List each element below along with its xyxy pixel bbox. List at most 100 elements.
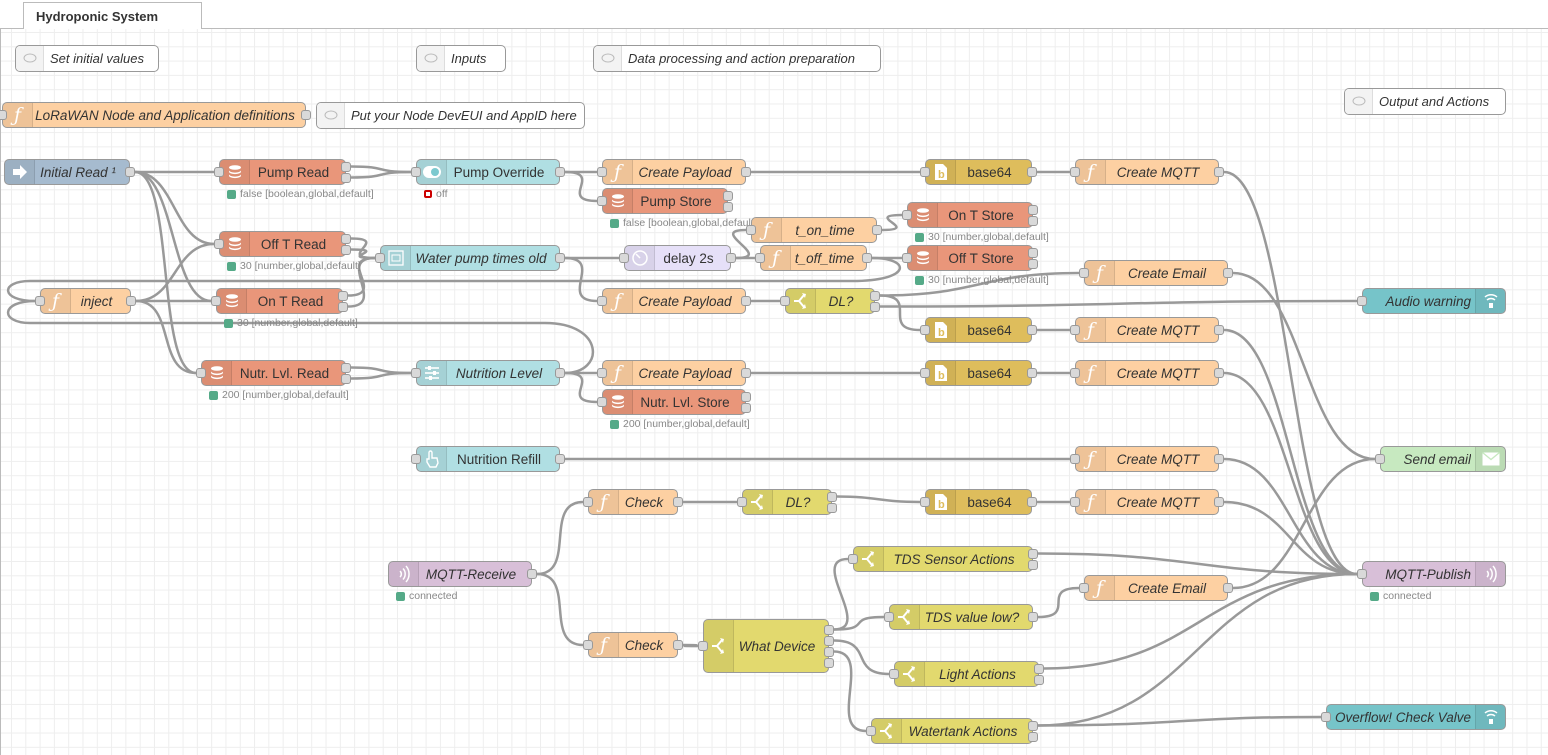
node-create-mqtt-5[interactable]: ƒ Create MQTT	[1075, 489, 1219, 515]
input-port[interactable]	[755, 253, 765, 263]
input-port[interactable]	[619, 253, 629, 263]
output-port[interactable]	[341, 233, 351, 244]
output-port[interactable]	[341, 373, 351, 384]
comment-set-initial-values[interactable]: Set initial values	[15, 45, 159, 72]
output-port[interactable]	[673, 497, 683, 507]
node-off-t-read[interactable]: Off T Read	[219, 231, 346, 257]
node-check-1[interactable]: ƒ Check	[588, 489, 678, 515]
output-port[interactable]	[338, 290, 348, 301]
input-port[interactable]	[780, 296, 790, 306]
node-t-off-time[interactable]: ƒ t_off_time	[760, 245, 867, 271]
comment-output-actions[interactable]: Output and Actions	[1344, 88, 1506, 115]
input-port[interactable]	[1070, 325, 1080, 335]
output-port[interactable]	[1028, 204, 1038, 215]
input-port[interactable]	[1079, 268, 1089, 278]
input-port[interactable]	[211, 296, 221, 306]
output-port[interactable]	[1027, 167, 1037, 177]
input-port[interactable]	[411, 368, 421, 378]
output-port[interactable]	[1214, 325, 1224, 335]
output-port[interactable]	[341, 362, 351, 373]
node-initial-read[interactable]: Initial Read ¹	[4, 159, 130, 185]
node-create-mqtt-3[interactable]: ƒ Create MQTT	[1075, 360, 1219, 386]
node-water-pump-times[interactable]: Water pump times old	[380, 245, 560, 271]
output-port[interactable]	[824, 646, 834, 657]
output-port[interactable]	[1214, 454, 1224, 464]
output-port[interactable]	[1214, 497, 1224, 507]
node-nutrition-level[interactable]: Nutrition Level	[416, 360, 560, 386]
output-port[interactable]	[341, 244, 351, 255]
input-port[interactable]	[920, 368, 930, 378]
input-port[interactable]	[583, 497, 593, 507]
input-port[interactable]	[920, 497, 930, 507]
output-port[interactable]	[741, 368, 751, 378]
input-port[interactable]	[597, 167, 607, 177]
comment-devEUI[interactable]: Put your Node DevEUI and AppID here	[316, 102, 585, 129]
input-port[interactable]	[902, 210, 912, 220]
output-port[interactable]	[1028, 215, 1038, 226]
input-port[interactable]	[375, 253, 385, 263]
output-port[interactable]	[1028, 258, 1038, 269]
input-port[interactable]	[737, 497, 747, 507]
node-mqtt-receive[interactable]: MQTT-Receive	[388, 561, 532, 587]
node-tds-sensor-actions[interactable]: TDS Sensor Actions	[853, 546, 1033, 572]
output-port[interactable]	[527, 569, 537, 579]
output-port[interactable]	[827, 502, 837, 513]
output-port[interactable]	[1028, 247, 1038, 258]
output-port[interactable]	[338, 301, 348, 312]
input-port[interactable]	[1070, 497, 1080, 507]
output-port[interactable]	[125, 167, 135, 177]
input-port[interactable]	[902, 253, 912, 263]
output-port[interactable]	[870, 301, 880, 312]
node-dl-2[interactable]: DL?	[742, 489, 832, 515]
node-dl-1[interactable]: DL?	[785, 288, 875, 314]
node-create-payload-1[interactable]: ƒ Create Payload	[602, 159, 746, 185]
input-port[interactable]	[1357, 569, 1367, 579]
node-base64-4[interactable]: b base64	[925, 489, 1032, 515]
node-lorawan-defs[interactable]: ƒ LoRaWAN Node and Application definition…	[2, 102, 306, 128]
output-port[interactable]	[341, 172, 351, 183]
output-port[interactable]	[1027, 368, 1037, 378]
node-pump-read[interactable]: Pump Read	[219, 159, 346, 185]
input-port[interactable]	[0, 110, 7, 120]
node-base64-1[interactable]: b base64	[925, 159, 1032, 185]
node-off-t-store[interactable]: Off T Store	[907, 245, 1033, 271]
node-pump-store[interactable]: Pump Store	[602, 188, 728, 214]
comment-data-processing[interactable]: Data processing and action preparation	[593, 45, 881, 72]
output-port[interactable]	[824, 624, 834, 635]
output-port[interactable]	[1223, 268, 1233, 278]
output-port[interactable]	[555, 454, 565, 464]
input-port[interactable]	[597, 296, 607, 306]
input-port[interactable]	[1070, 454, 1080, 464]
input-port[interactable]	[920, 325, 930, 335]
input-port[interactable]	[920, 167, 930, 177]
output-port[interactable]	[824, 635, 834, 646]
input-port[interactable]	[1079, 583, 1089, 593]
output-port[interactable]	[741, 167, 751, 177]
input-port[interactable]	[597, 397, 607, 407]
node-overflow-check[interactable]: Overflow! Check Valve	[1326, 704, 1506, 730]
output-port[interactable]	[824, 657, 834, 668]
output-port[interactable]	[741, 391, 751, 402]
node-tds-value-low[interactable]: TDS value low?	[889, 604, 1033, 630]
output-port[interactable]	[1034, 674, 1044, 685]
output-port[interactable]	[723, 201, 733, 212]
output-port[interactable]	[741, 296, 751, 306]
input-port[interactable]	[1357, 296, 1367, 306]
output-port[interactable]	[1034, 663, 1044, 674]
input-port[interactable]	[698, 641, 708, 651]
node-base64-3[interactable]: b base64	[925, 360, 1032, 386]
node-delay-2s[interactable]: delay 2s	[624, 245, 731, 271]
node-mqtt-publish[interactable]: MQTT-Publish	[1362, 561, 1506, 587]
output-port[interactable]	[862, 253, 872, 263]
input-port[interactable]	[866, 726, 876, 736]
output-port[interactable]	[1028, 720, 1038, 731]
output-port[interactable]	[555, 253, 565, 263]
node-light-actions[interactable]: Light Actions	[894, 661, 1039, 687]
input-port[interactable]	[196, 368, 206, 378]
node-create-mqtt-1[interactable]: ƒ Create MQTT	[1075, 159, 1219, 185]
node-create-mqtt-4[interactable]: ƒ Create MQTT	[1075, 446, 1219, 472]
node-nutr-read[interactable]: Nutr. Lvl. Read	[201, 360, 346, 386]
input-port[interactable]	[597, 196, 607, 206]
input-port[interactable]	[1375, 454, 1385, 464]
output-port[interactable]	[870, 290, 880, 301]
